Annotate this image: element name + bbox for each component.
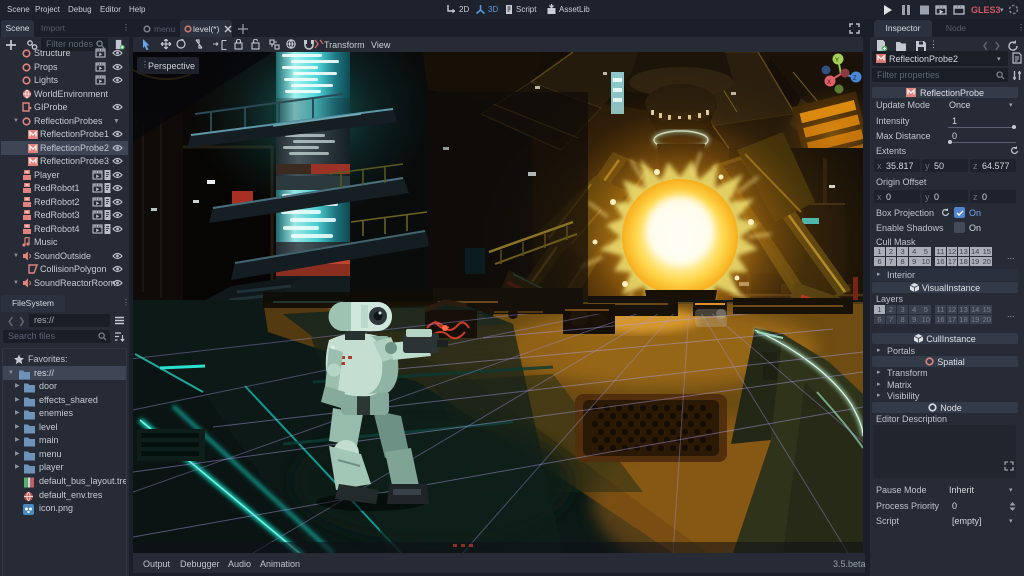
svg-text:Y: Y bbox=[835, 58, 839, 64]
svg-text:X: X bbox=[827, 80, 831, 86]
svg-text:Z: Z bbox=[853, 76, 857, 82]
